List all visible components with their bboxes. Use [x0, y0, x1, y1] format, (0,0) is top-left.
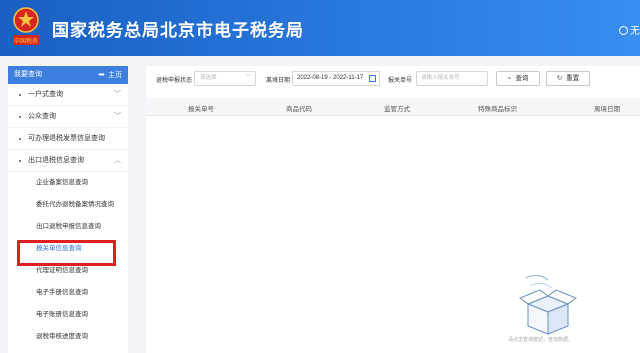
search-button[interactable]: ⌕ 查询 [496, 71, 540, 86]
date-range-input[interactable]: 2022-08-19 - 2022-11-17 [292, 71, 380, 86]
declaration-label: 报关单号 [388, 78, 413, 84]
sidebar-header: 我要查询 ➥ 主页 [8, 66, 128, 84]
column-header: 商品代码 [286, 106, 312, 113]
refresh-icon: ↻ [556, 75, 563, 82]
back-arrow-icon: ➥ [98, 70, 105, 79]
site-title: 国家税务总局北京市电子税务局 [52, 21, 304, 40]
eye-icon [619, 26, 628, 35]
header-user-area[interactable]: 无 [619, 22, 640, 37]
bullet-icon [19, 116, 21, 118]
sidebar-sub-agent-filing[interactable]: 委托代办退税备案情况查询 [8, 194, 128, 216]
sidebar-sub-electronic-manual[interactable]: 电子手册信息查询 [8, 282, 128, 304]
chevron-down-icon: ﹀ [114, 113, 121, 120]
table-header: 报关单号 商品代码 监管方式 特殊商品标识 离境日期 [146, 98, 640, 116]
column-header: 报关单号 [188, 106, 214, 113]
declaration-input[interactable]: 请输入报关单号 [416, 71, 488, 86]
bullet-icon [19, 138, 21, 140]
reset-button[interactable]: ↻ 重置 [546, 71, 590, 86]
sidebar-item-export-refund-query[interactable]: 出口退税信息查询 ︿ [8, 150, 128, 172]
tax-emblem-icon: 中国税务 [13, 7, 39, 45]
svg-text:中国税务: 中国税务 [14, 37, 38, 45]
sidebar-item-public-query[interactable]: 公众查询 ﹀ [8, 106, 128, 128]
sidebar-sub-enterprise-filing[interactable]: 企业备案信息查询 [8, 172, 128, 194]
empty-state-text: 请点击查询按钮，查询数据。 [508, 337, 574, 343]
sidebar-sub-refund-declaration[interactable]: 出口退税申报信息查询 [8, 216, 128, 238]
top-header: 中国税务 国家税务总局北京市电子税务局 无 [0, 0, 640, 56]
home-link[interactable]: ➥ 主页 [98, 66, 122, 85]
sidebar: 我要查询 ➥ 主页 一户式查询 ﹀ 公众查询 ﹀ 可办理退税发票信息查询 出口退税… [8, 66, 128, 353]
status-label: 退税申报状态 [156, 78, 193, 84]
chevron-down-icon: ﹀ [114, 91, 121, 98]
column-header: 特殊商品标识 [478, 106, 517, 113]
highlight-annotation-box [17, 240, 116, 266]
bullet-icon [19, 160, 21, 162]
column-header: 监管方式 [384, 106, 410, 113]
filter-bar: 退税申报状态 请选择 ﹀ 离境日期 2022-08-19 - 2022-11-1… [146, 66, 640, 92]
sidebar-title: 我要查询 [14, 71, 42, 78]
chevron-up-icon: ︿ [114, 157, 121, 164]
status-select[interactable]: 请选择 ﹀ [194, 71, 256, 86]
sidebar-sub-electronic-ledger[interactable]: 电子账册信息查询 [8, 304, 128, 326]
chevron-down-icon: ﹀ [245, 75, 251, 81]
column-header: 离境日期 [594, 106, 620, 113]
search-icon: ⌕ [507, 75, 512, 82]
sidebar-sub-refund-progress[interactable]: 退税审核进度查询 [8, 326, 128, 348]
bullet-icon [19, 94, 21, 96]
date-label: 离境日期 [266, 78, 291, 84]
calendar-icon [369, 75, 376, 82]
sidebar-item-refund-invoice-query[interactable]: 可办理退税发票信息查询 [8, 128, 128, 150]
sidebar-item-household-query[interactable]: 一户式查询 ﹀ [8, 84, 128, 106]
